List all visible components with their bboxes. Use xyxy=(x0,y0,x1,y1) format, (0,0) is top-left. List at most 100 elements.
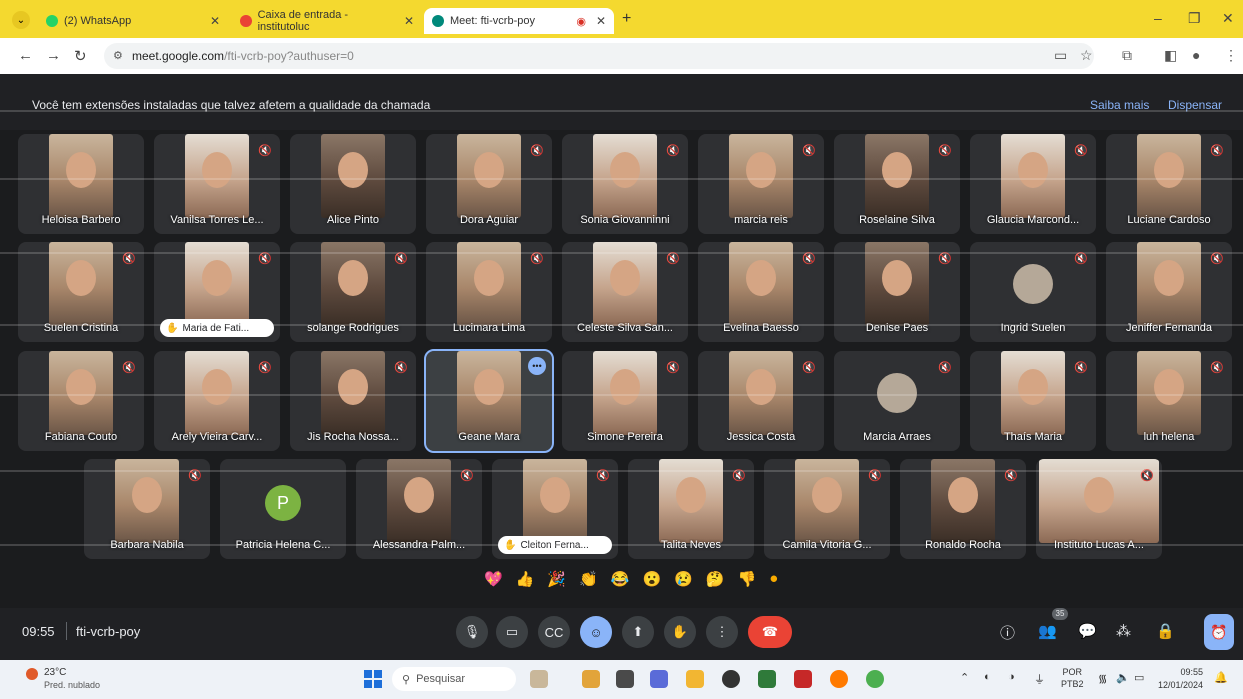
reaction-emoji[interactable]: 👎 xyxy=(738,570,757,588)
participant-tile[interactable]: 🔇 Vanilsa Torres Le... xyxy=(154,134,280,234)
site-info-icon[interactable]: ⚙ xyxy=(113,49,123,62)
participant-tile[interactable]: ••• Geane Mara xyxy=(424,349,554,453)
start-button[interactable] xyxy=(364,670,382,688)
microphone-button[interactable]: 🎙 xyxy=(456,616,488,648)
tab-whatsapp[interactable]: (2) WhatsApp ✕ xyxy=(38,8,228,34)
participant-tile[interactable]: 🔇 Marcia Arraes xyxy=(834,351,960,451)
participant-tile[interactable]: 🔇 Jis Rocha Nossa... xyxy=(290,351,416,451)
timer-button[interactable]: ⏰ xyxy=(1204,614,1234,650)
weather-icon[interactable] xyxy=(26,668,38,680)
mcafee-icon[interactable] xyxy=(794,670,812,688)
close-tab-icon[interactable]: ✕ xyxy=(210,14,220,28)
reaction-emoji[interactable]: 👏 xyxy=(579,570,598,588)
battery-icon[interactable]: ▭ xyxy=(1134,671,1144,684)
tray-app-icon[interactable]: ◑ xyxy=(1008,671,1015,683)
store-icon[interactable] xyxy=(758,670,776,688)
participant-tile[interactable]: Heloisa Barbero xyxy=(18,134,144,234)
reload-icon[interactable]: ↻ xyxy=(74,47,87,65)
participant-tile[interactable]: 🔇 ✋ Maria de Fati... xyxy=(154,242,280,342)
participant-tile[interactable]: 🔇 Dora Aguiar xyxy=(426,134,552,234)
participant-tile[interactable]: 🔇 Glaucia Marcond... xyxy=(970,134,1096,234)
camera-button[interactable]: ▭ xyxy=(496,616,528,648)
leave-call-button[interactable]: ☎ xyxy=(748,616,792,648)
participant-tile[interactable]: 🔇 Evelina Baesso xyxy=(698,242,824,342)
notifications-icon[interactable]: 🔔 xyxy=(1214,671,1228,684)
reaction-emoji[interactable]: ● xyxy=(769,570,778,588)
reaction-emoji[interactable]: 😮 xyxy=(642,570,661,588)
close-tab-icon[interactable]: ✕ xyxy=(596,14,606,28)
reaction-emoji[interactable]: 💖 xyxy=(484,570,503,588)
taskbar-clock[interactable]: 09:55 12/01/2024 xyxy=(1158,666,1203,692)
more-options-button[interactable]: ⋮ xyxy=(706,616,738,648)
participant-tile[interactable]: 🔇 Thaís Maria xyxy=(970,351,1096,451)
tab-meet[interactable]: Meet: fti-vcrb-poy ◉ ✕ xyxy=(424,8,614,34)
participant-tile[interactable]: 🔇 Lucimara Lima xyxy=(426,242,552,342)
reaction-emoji[interactable]: 🤔 xyxy=(706,570,725,588)
participant-tile[interactable]: 🔇 Roselaine Silva xyxy=(834,134,960,234)
participant-tile[interactable]: 🔇 Ingrid Suelen xyxy=(970,242,1096,342)
dell-icon[interactable] xyxy=(722,670,740,688)
file-explorer-icon[interactable] xyxy=(686,670,704,688)
participant-tile[interactable]: 🔇 Jeniffer Fernanda xyxy=(1106,242,1232,342)
reactions-button[interactable]: ☺ xyxy=(580,616,612,648)
browser-menu-icon[interactable]: ⋮ xyxy=(1224,47,1238,64)
tab-search-button[interactable]: ⌄ xyxy=(12,11,30,29)
captions-button[interactable]: CC xyxy=(538,616,570,648)
volume-icon[interactable]: 🔈 xyxy=(1116,671,1130,684)
tile-more-options-button[interactable]: ••• xyxy=(528,357,546,375)
info-icon[interactable]: ⓘ xyxy=(1000,622,1015,643)
app-icon[interactable] xyxy=(582,670,600,688)
participant-tile[interactable]: 🔇 Denise Paes xyxy=(834,242,960,342)
camera-indicator-icon[interactable]: ▭ xyxy=(1054,47,1067,64)
chat-icon[interactable]: 💬 xyxy=(1078,622,1097,640)
wifi-icon[interactable]: ᯾ xyxy=(1098,671,1107,686)
present-button[interactable]: ⬆ xyxy=(622,616,654,648)
forward-icon[interactable]: → xyxy=(46,47,61,64)
teams-icon[interactable] xyxy=(650,670,668,688)
mic-off-icon: 🔇 xyxy=(258,145,272,157)
minimize-icon[interactable]: – xyxy=(1154,10,1162,26)
reaction-emoji[interactable]: 🎉 xyxy=(547,570,566,588)
participant-tile[interactable]: Alice Pinto xyxy=(290,134,416,234)
participant-tile[interactable]: 🔇 Arely Vieira Carv... xyxy=(154,351,280,451)
close-window-icon[interactable]: ✕ xyxy=(1222,10,1234,27)
participant-tile[interactable]: 🔇 Simone Pereira xyxy=(562,351,688,451)
participant-tile[interactable]: 🔇 Jessica Costa xyxy=(698,351,824,451)
usb-icon[interactable]: ⏚ xyxy=(1034,671,1045,687)
tab-title: (2) WhatsApp xyxy=(64,15,132,27)
bookmark-star-icon[interactable]: ☆ xyxy=(1080,47,1093,64)
profile-avatar[interactable]: ● xyxy=(1192,47,1200,63)
participant-tile[interactable]: 🔇 Celeste Silva San... xyxy=(562,242,688,342)
activities-icon[interactable]: ⁂ xyxy=(1116,622,1131,640)
back-icon[interactable]: ← xyxy=(18,47,33,64)
participant-tile[interactable]: 🔇 Fabiana Couto xyxy=(18,351,144,451)
participant-tile[interactable]: 🔇 marcia reis xyxy=(698,134,824,234)
people-icon[interactable]: 👥 xyxy=(1038,622,1057,640)
show-hidden-icons[interactable]: ⌃ xyxy=(960,671,969,684)
participant-tile[interactable]: 🔇 luh helena xyxy=(1106,351,1232,451)
app-icon[interactable] xyxy=(616,670,634,688)
restore-icon[interactable]: ❐ xyxy=(1188,10,1201,27)
url-host: meet.google.com xyxy=(132,49,225,63)
extensions-icon[interactable]: ⧉ xyxy=(1122,47,1132,64)
host-controls-icon[interactable]: 🔒 xyxy=(1156,622,1175,640)
address-bar[interactable]: ⚙ meet.google.com/fti-vcrb-poy?authuser=… xyxy=(104,43,1094,69)
participant-tile[interactable]: 🔇 Suelen Cristina xyxy=(18,242,144,342)
taskbar-search[interactable]: ⚲ Pesquisar xyxy=(392,667,516,691)
tab-gmail[interactable]: Caixa de entrada - institutoluc ✕ xyxy=(232,8,422,34)
close-tab-icon[interactable]: ✕ xyxy=(404,14,414,28)
participant-tile[interactable]: 🔇 solange Rodrigues xyxy=(290,242,416,342)
reaction-emoji[interactable]: 😂 xyxy=(611,570,630,588)
participant-tile[interactable]: 🔇 Luciane Cardoso xyxy=(1106,134,1232,234)
reaction-emoji[interactable]: 👍 xyxy=(516,570,535,588)
widgets-icon[interactable] xyxy=(530,670,548,688)
opera-icon[interactable] xyxy=(830,670,848,688)
tray-app-icon[interactable]: ◐ xyxy=(984,671,991,683)
side-panel-icon[interactable]: ◧ xyxy=(1164,47,1177,64)
reaction-emoji[interactable]: 😢 xyxy=(674,570,693,588)
participant-tile[interactable]: 🔇 Sonia Giovanninni xyxy=(562,134,688,234)
chrome-icon[interactable] xyxy=(866,670,884,688)
new-tab-button[interactable]: + xyxy=(622,10,631,28)
raise-hand-button[interactable]: ✋ xyxy=(664,616,696,648)
language-indicator[interactable]: POR PTB2 xyxy=(1061,666,1084,690)
